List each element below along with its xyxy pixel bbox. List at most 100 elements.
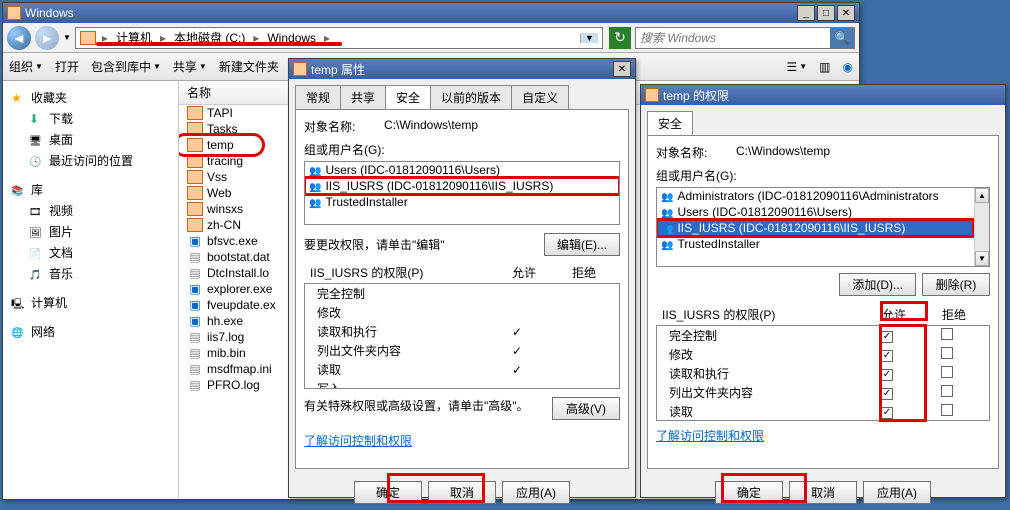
recent-icon [29,154,45,168]
cancel-button[interactable]: 取消 [428,481,496,504]
preview-pane-button[interactable]: ▥ [819,60,830,74]
share-menu[interactable]: 共享▼ [173,58,207,75]
tab-custom[interactable]: 自定义 [511,85,569,109]
address-dropdown[interactable]: ▼ [580,33,598,43]
learn-link[interactable]: 了解访问控制和权限 [656,427,764,444]
nav-favorites[interactable]: 收藏夹 [3,87,178,108]
deny-checkbox[interactable] [941,366,953,378]
perm-row: 读取和执行✓ [305,322,619,341]
search-box[interactable]: 🔍 [635,27,855,49]
list-item[interactable]: Users (IDC-01812090116\Users) [657,204,989,220]
user-list[interactable]: Users (IDC-01812090116\Users) IIS_IUSRS … [304,161,620,225]
close-button[interactable]: ✕ [613,61,631,77]
file-name: bfsvc.exe [207,234,258,248]
allow-header: 允许 [864,306,924,323]
group-users-label: 组或用户名(G): [304,141,620,158]
minimize-button[interactable]: _ [797,5,815,21]
nav-music[interactable]: 音乐 [3,263,178,284]
allow-checkbox[interactable] [881,388,893,400]
search-button[interactable]: 🔍 [830,28,854,48]
file-name: winsxs [207,202,243,216]
tab-previous[interactable]: 以前的版本 [430,85,512,109]
properties-titlebar[interactable]: temp 属性 ✕ [289,59,635,79]
apply-button[interactable]: 应用(A) [502,481,570,504]
scroll-down[interactable]: ▼ [975,251,989,266]
nav-desktop[interactable]: 桌面 [3,129,178,150]
users-icon [661,221,673,235]
list-item[interactable]: Administrators (IDC-01812090116\Administ… [657,188,989,204]
forward-button[interactable]: ► [35,26,59,50]
maximize-button[interactable]: □ [817,5,835,21]
nav-pane: 收藏夹 下载 桌面 最近访问的位置 库 视频 图片 文档 音乐 计算机 网络 [3,81,179,499]
view-button[interactable]: ☰▼ [786,60,807,74]
nav-recent[interactable]: 最近访问的位置 [3,150,178,171]
folder-icon [187,218,203,232]
history-dropdown[interactable]: ▼ [63,33,71,42]
explorer-titlebar[interactable]: Windows _ □ ✕ [3,3,859,23]
file-name: bootstat.dat [207,250,270,264]
tab-general[interactable]: 常规 [295,85,341,109]
deny-checkbox[interactable] [941,385,953,397]
ok-button[interactable]: 确定 [354,481,422,504]
computer-icon [11,296,27,310]
nav-videos[interactable]: 视频 [3,200,178,221]
address-bar[interactable]: ▸ 计算机 ▸ 本地磁盘 (C:) ▸ Windows ▸ ▼ [75,27,603,49]
ok-button[interactable]: 确定 [715,481,783,504]
add-button[interactable]: 添加(D)... [839,273,916,296]
permissions-dialog: temp 的权限 安全 对象名称:C:\Windows\temp 组或用户名(G… [640,84,1006,498]
help-button[interactable]: ◉ [843,60,853,74]
close-button[interactable]: ✕ [837,5,855,21]
edit-button[interactable]: 编辑(E)... [544,233,620,256]
deny-checkbox[interactable] [941,328,953,340]
user-text: Administrators (IDC-01812090116\Administ… [677,189,938,203]
search-input[interactable] [636,31,830,45]
music-icon [29,267,45,281]
cancel-button[interactable]: 取消 [789,481,857,504]
refresh-button[interactable]: ↻ [609,27,631,49]
include-library-menu[interactable]: 包含到库中▼ [91,58,161,75]
user-list[interactable]: Administrators (IDC-01812090116\Administ… [656,187,990,267]
window-title: Windows [25,6,797,20]
tab-security[interactable]: 安全 [385,85,431,109]
nav-pictures[interactable]: 图片 [3,221,178,242]
deny-header: 拒绝 [924,306,984,323]
deny-checkbox[interactable] [941,404,953,416]
file-name: tracing [207,154,243,168]
allow-checkbox[interactable] [881,407,893,419]
remove-button[interactable]: 删除(R) [922,273,990,296]
list-item: TrustedInstaller [305,194,619,210]
dialog-buttons: 确定 取消 应用(A) [289,475,635,510]
allow-checkbox[interactable] [881,331,893,343]
list-item[interactable]: IIS_IUSRS (IDC-01812090116\IIS_IUSRS) [657,220,989,236]
new-folder-button[interactable]: 新建文件夹 [219,58,279,75]
desktop-icon [29,133,45,147]
perm-name: 列出文件夹内容 [317,342,487,359]
nav-network[interactable]: 网络 [3,321,178,342]
tab-share[interactable]: 共享 [340,85,386,109]
list-item[interactable]: TrustedInstaller [657,236,989,252]
exe-icon [187,234,203,248]
network-icon [11,325,27,339]
folder-icon [187,154,203,168]
nav-computer[interactable]: 计算机 [3,292,178,313]
nav-libraries[interactable]: 库 [3,179,178,200]
permissions-titlebar[interactable]: temp 的权限 [641,85,1005,105]
nav-documents[interactable]: 文档 [3,242,178,263]
allow-checkbox[interactable] [881,369,893,381]
advanced-button[interactable]: 高级(V) [552,397,620,420]
organize-menu[interactable]: 组织▼ [9,58,43,75]
tab-security[interactable]: 安全 [647,111,693,135]
apply-button[interactable]: 应用(A) [863,481,931,504]
file-icon [187,362,203,376]
folder-icon [645,88,659,102]
scroll-up[interactable]: ▲ [975,188,989,203]
deny-checkbox[interactable] [941,347,953,359]
nav-downloads[interactable]: 下载 [3,108,178,129]
back-button[interactable]: ◄ [7,26,31,50]
allow-checkbox[interactable] [881,350,893,362]
learn-link[interactable]: 了解访问控制和权限 [304,432,412,449]
open-button[interactable]: 打开 [55,58,79,75]
tab-strip: 安全 [641,105,1005,135]
user-text: Users (IDC-01812090116\Users) [677,205,852,219]
folder-icon [293,62,307,76]
